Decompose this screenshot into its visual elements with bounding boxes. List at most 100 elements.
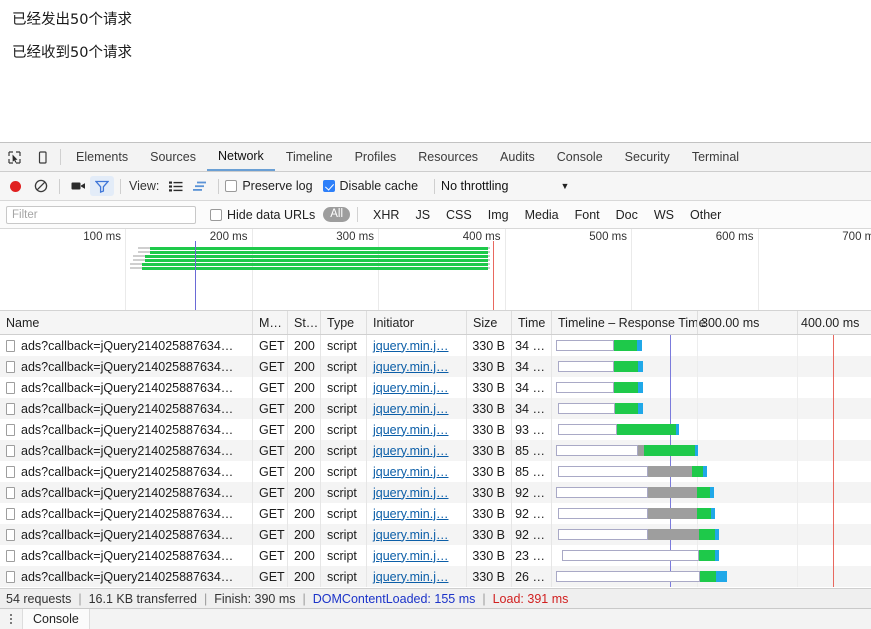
filter-type-font[interactable]: Font [575, 208, 600, 222]
initiator-link[interactable]: jquery.min.j… [373, 549, 448, 563]
preserve-log-toggle[interactable]: Preserve log [225, 179, 313, 193]
kebab-menu-icon[interactable] [0, 614, 22, 624]
filter-type-doc[interactable]: Doc [616, 208, 638, 222]
table-row[interactable]: ads?callback=jQuery214025887634… GET 200 sc… [0, 440, 871, 461]
cell-waterfall[interactable] [552, 503, 871, 524]
cell-name[interactable]: ads?callback=jQuery214025887634… [0, 461, 253, 482]
cell-initiator[interactable]: jquery.min.j… [367, 545, 467, 566]
chevron-down-icon[interactable]: ▼ [560, 181, 569, 191]
column-header-initiator[interactable]: Initiator [367, 311, 467, 334]
cell-name[interactable]: ads?callback=jQuery214025887634… [0, 566, 253, 587]
column-header-status[interactable]: St… [288, 311, 321, 334]
initiator-link[interactable]: jquery.min.j… [373, 570, 448, 584]
table-row[interactable]: ads?callback=jQuery214025887634… GET 200 sc… [0, 566, 871, 587]
cell-initiator[interactable]: jquery.min.j… [367, 440, 467, 461]
cell-initiator[interactable]: jquery.min.j… [367, 482, 467, 503]
filter-type-xhr[interactable]: XHR [373, 208, 399, 222]
cell-waterfall[interactable] [552, 398, 871, 419]
record-dot-icon[interactable] [10, 180, 21, 192]
cell-waterfall[interactable] [552, 440, 871, 461]
column-header-size[interactable]: Size [467, 311, 512, 334]
tab-timeline[interactable]: Timeline [275, 143, 344, 171]
cell-waterfall[interactable] [552, 566, 871, 587]
filter-type-ws[interactable]: WS [654, 208, 674, 222]
cell-name[interactable]: ads?callback=jQuery214025887634… [0, 482, 253, 503]
cell-waterfall[interactable] [552, 461, 871, 482]
cell-waterfall[interactable] [552, 356, 871, 377]
tab-security[interactable]: Security [614, 143, 681, 171]
table-row[interactable]: ads?callback=jQuery214025887634… GET 200 sc… [0, 461, 871, 482]
cell-initiator[interactable]: jquery.min.j… [367, 566, 467, 587]
cell-initiator[interactable]: jquery.min.j… [367, 461, 467, 482]
column-header-time[interactable]: Time [512, 311, 552, 334]
cell-name[interactable]: ads?callback=jQuery214025887634… [0, 503, 253, 524]
initiator-link[interactable]: jquery.min.j… [373, 507, 448, 521]
hide-data-urls-toggle[interactable]: Hide data URLs [210, 208, 315, 222]
camera-icon[interactable] [66, 176, 90, 196]
filter-type-media[interactable]: Media [525, 208, 559, 222]
cell-initiator[interactable]: jquery.min.j… [367, 398, 467, 419]
initiator-link[interactable]: jquery.min.j… [373, 423, 448, 437]
preserve-log-checkbox[interactable] [225, 180, 238, 192]
initiator-link[interactable]: jquery.min.j… [373, 402, 448, 416]
table-row[interactable]: ads?callback=jQuery214025887634… GET 200 sc… [0, 356, 871, 377]
filter-type-all[interactable]: All [323, 206, 351, 223]
tab-profiles[interactable]: Profiles [344, 143, 408, 171]
cell-waterfall[interactable] [552, 419, 871, 440]
filter-type-js[interactable]: JS [415, 208, 430, 222]
cell-initiator[interactable]: jquery.min.j… [367, 377, 467, 398]
filter-type-other[interactable]: Other [690, 208, 721, 222]
cell-initiator[interactable]: jquery.min.j… [367, 356, 467, 377]
disable-cache-toggle[interactable]: Disable cache [322, 179, 418, 193]
column-header-type[interactable]: Type [321, 311, 367, 334]
cell-name[interactable]: ads?callback=jQuery214025887634… [0, 524, 253, 545]
cell-waterfall[interactable] [552, 377, 871, 398]
throttling-select[interactable]: No throttling ▼ [441, 179, 569, 193]
cell-initiator[interactable]: jquery.min.j… [367, 335, 467, 356]
disable-cache-checkbox[interactable] [322, 180, 335, 192]
cell-name[interactable]: ads?callback=jQuery214025887634… [0, 356, 253, 377]
inspect-cursor-icon[interactable] [0, 143, 28, 171]
hide-data-urls-checkbox[interactable] [210, 208, 222, 221]
initiator-link[interactable]: jquery.min.j… [373, 486, 448, 500]
table-row[interactable]: ads?callback=jQuery214025887634… GET 200 sc… [0, 335, 871, 356]
table-row[interactable]: ads?callback=jQuery214025887634… GET 200 sc… [0, 545, 871, 566]
tab-resources[interactable]: Resources [407, 143, 489, 171]
filter-type-img[interactable]: Img [488, 208, 509, 222]
device-toolbar-icon[interactable] [28, 143, 56, 171]
table-row[interactable]: ads?callback=jQuery214025887634… GET 200 sc… [0, 524, 871, 545]
clear-circle-slash-icon[interactable] [29, 176, 53, 196]
tab-terminal[interactable]: Terminal [681, 143, 750, 171]
cell-initiator[interactable]: jquery.min.j… [367, 524, 467, 545]
drawer-tab-console[interactable]: Console [22, 608, 90, 629]
cell-name[interactable]: ads?callback=jQuery214025887634… [0, 398, 253, 419]
cell-name[interactable]: ads?callback=jQuery214025887634… [0, 440, 253, 461]
cell-name[interactable]: ads?callback=jQuery214025887634… [0, 377, 253, 398]
tab-sources[interactable]: Sources [139, 143, 207, 171]
tab-elements[interactable]: Elements [65, 143, 139, 171]
table-row[interactable]: ads?callback=jQuery214025887634… GET 200 sc… [0, 398, 871, 419]
cell-initiator[interactable]: jquery.min.j… [367, 419, 467, 440]
tab-audits[interactable]: Audits [489, 143, 546, 171]
column-header-waterfall[interactable]: Timeline – Response Time 300.00 ms 400.00… [552, 311, 871, 334]
table-row[interactable]: ads?callback=jQuery214025887634… GET 200 sc… [0, 419, 871, 440]
table-row[interactable]: ads?callback=jQuery214025887634… GET 200 sc… [0, 503, 871, 524]
cell-name[interactable]: ads?callback=jQuery214025887634… [0, 335, 253, 356]
cell-name[interactable]: ads?callback=jQuery214025887634… [0, 545, 253, 566]
cell-waterfall[interactable] [552, 335, 871, 356]
tab-network[interactable]: Network [206, 143, 275, 171]
list-view-icon[interactable] [164, 176, 188, 196]
network-overview-timeline[interactable]: 100 ms 200 ms 300 ms 400 ms 500 ms 600 ms 700 … [0, 229, 871, 311]
column-header-method[interactable]: M… [253, 311, 288, 334]
table-row[interactable]: ads?callback=jQuery214025887634… GET 200 sc… [0, 482, 871, 503]
initiator-link[interactable]: jquery.min.j… [373, 360, 448, 374]
table-row[interactable]: ads?callback=jQuery214025887634… GET 200 sc… [0, 377, 871, 398]
waterfall-view-icon[interactable] [188, 176, 212, 196]
tab-console[interactable]: Console [546, 143, 614, 171]
cell-waterfall[interactable] [552, 524, 871, 545]
initiator-link[interactable]: jquery.min.j… [373, 528, 448, 542]
cell-name[interactable]: ads?callback=jQuery214025887634… [0, 419, 253, 440]
cell-initiator[interactable]: jquery.min.j… [367, 503, 467, 524]
initiator-link[interactable]: jquery.min.j… [373, 465, 448, 479]
filter-type-css[interactable]: CSS [446, 208, 472, 222]
